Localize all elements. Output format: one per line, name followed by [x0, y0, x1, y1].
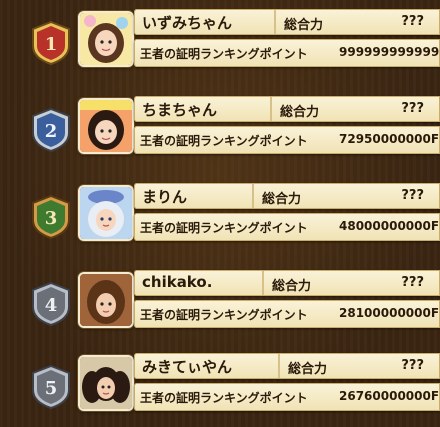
player-name: chikako. — [142, 273, 213, 291]
rank-number: 5 — [45, 378, 58, 399]
power-label: 総合力 — [272, 279, 312, 294]
rank-3-crest-icon: 3 — [28, 194, 74, 240]
points-value: 999999999999F — [339, 45, 440, 59]
rank-number: 2 — [45, 121, 58, 142]
points-label: 王者の証明ランキングポイント — [140, 308, 308, 322]
ranking-entry-2[interactable]: 2 ちまちゃん 総合力 ??? 王者の証明ランキングポイント 729500000… — [0, 87, 440, 167]
points-label: 王者の証明ランキングポイント — [140, 221, 308, 235]
avatar[interactable] — [78, 11, 134, 67]
avatar[interactable] — [78, 185, 134, 241]
name-plate: chikako. 総合力 ??? — [134, 270, 440, 296]
name-plate: みきてぃやん 総合力 ??? — [134, 353, 440, 379]
rank-2-crest-icon: 2 — [28, 107, 74, 153]
ranking-entry-4[interactable]: 4 chikako. 総合力 ??? 王者の証明ランキングポイント 281000… — [0, 261, 440, 341]
ranking-entry-1[interactable]: 1 いずみちゃん 総合力 ??? 王者の証明ランキングポイント 99999999… — [0, 0, 440, 80]
power-label: 総合力 — [280, 105, 320, 120]
power-value: ??? — [401, 14, 424, 29]
avatar[interactable] — [78, 355, 134, 411]
avatar[interactable] — [78, 98, 134, 154]
ranking-entry-3[interactable]: 3 まりん 総合力 ??? 王者の証明ランキングポイント 48000000000… — [0, 174, 440, 254]
points-label: 王者の証明ランキングポイント — [140, 391, 308, 405]
rank-5-crest-icon: 5 — [28, 364, 74, 410]
name-plate: ちまちゃん 総合力 ??? — [134, 96, 440, 122]
points-plate: 王者の証明ランキングポイント 28100000000F — [134, 300, 440, 328]
ranking-entry-5[interactable]: 5 みきてぃやん 総合力 ??? 王者の証明ランキングポイント 26760000… — [0, 344, 440, 424]
power-box: 総合力 ??? — [270, 97, 440, 121]
points-plate: 王者の証明ランキングポイント 72950000000F — [134, 126, 440, 154]
points-plate: 王者の証明ランキングポイント 999999999999F — [134, 39, 440, 67]
player-name: まりん — [142, 188, 188, 206]
rank-number: 3 — [45, 208, 58, 229]
power-box: 総合力 ??? — [252, 184, 440, 208]
power-label: 総合力 — [262, 192, 302, 207]
points-plate: 王者の証明ランキングポイント 26760000000F — [134, 383, 440, 411]
power-label: 総合力 — [288, 362, 328, 377]
power-value: ??? — [401, 275, 424, 290]
player-name: ちまちゃん — [142, 101, 218, 119]
points-plate: 王者の証明ランキングポイント 48000000000F — [134, 213, 440, 241]
rank-number: 1 — [45, 34, 58, 55]
player-name: みきてぃやん — [142, 358, 233, 376]
rank-1-crest-icon: 1 — [28, 20, 74, 66]
name-plate: まりん 総合力 ??? — [134, 183, 440, 209]
name-plate: いずみちゃん 総合力 ??? — [134, 9, 440, 35]
points-value: 72950000000F — [339, 132, 440, 146]
points-value: 48000000000F — [339, 219, 440, 233]
power-value: ??? — [401, 188, 424, 203]
power-value: ??? — [401, 101, 424, 116]
power-label: 総合力 — [284, 18, 324, 33]
power-box: 総合力 ??? — [262, 271, 440, 295]
rank-4-crest-icon: 4 — [28, 281, 74, 327]
rank-number: 4 — [45, 295, 58, 316]
avatar[interactable] — [78, 272, 134, 328]
power-box: 総合力 ??? — [278, 354, 440, 378]
power-box: 総合力 ??? — [274, 10, 440, 34]
points-label: 王者の証明ランキングポイント — [140, 134, 308, 148]
power-value: ??? — [401, 358, 424, 373]
points-value: 28100000000F — [339, 306, 440, 320]
player-name: いずみちゃん — [142, 14, 233, 32]
points-label: 王者の証明ランキングポイント — [140, 47, 308, 61]
points-value: 26760000000F — [339, 389, 440, 403]
